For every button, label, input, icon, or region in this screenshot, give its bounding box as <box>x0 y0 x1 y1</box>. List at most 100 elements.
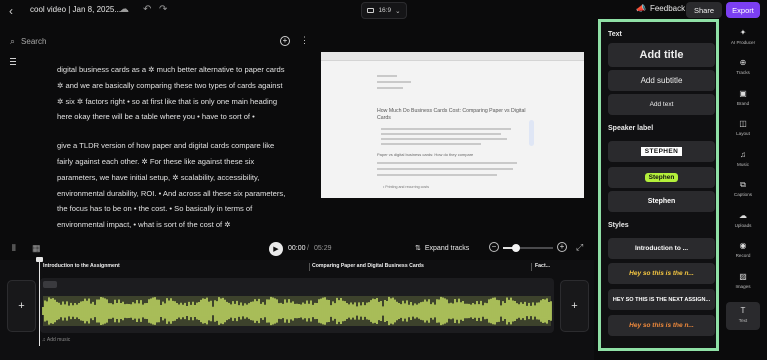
speaker-label-style-1[interactable]: STEPHEN <box>608 141 715 162</box>
add-scene-button[interactable]: + <box>280 36 290 46</box>
speaker-label-style-3[interactable]: Stephen <box>608 191 715 212</box>
preview-doc-line <box>381 128 511 130</box>
chapter-divider <box>531 263 532 271</box>
video-preview[interactable]: How Much Do Business Cards Cost: Compari… <box>321 52 584 198</box>
sidebar-item-music[interactable]: ♫ Music <box>726 150 760 178</box>
sidebar-item-images[interactable]: ▨ Images <box>726 272 760 300</box>
total-time: 05:29 <box>314 245 332 252</box>
add-title-button[interactable]: Add title <box>608 43 715 67</box>
transcript-paragraph[interactable]: digital business cards as a ✲ much bette… <box>57 62 289 125</box>
add-music-button[interactable]: ♫ Add music <box>42 337 70 343</box>
megaphone-icon: 📣 <box>636 4 646 13</box>
zoom-in-button[interactable]: + <box>557 242 567 252</box>
preview-doc-line <box>381 133 501 135</box>
fit-timeline-icon[interactable]: ⤢ <box>576 242 583 253</box>
sidebar-item-layout[interactable]: ◫ Layout <box>726 119 760 147</box>
chapter-divider <box>309 263 310 271</box>
current-time: 00:00 <box>288 245 306 252</box>
sidebar-item-tracks[interactable]: ⊕ Tracks <box>726 58 760 86</box>
chapter-label[interactable]: Comparing Paper and Digital Business Car… <box>312 263 424 269</box>
styles-heading: Styles <box>608 222 629 229</box>
preview-doc-line <box>377 87 403 89</box>
scene-handle-icon[interactable] <box>10 58 16 66</box>
style-preset-1[interactable]: Introduction to ... <box>608 238 715 259</box>
export-button[interactable]: Export <box>726 2 760 18</box>
play-button[interactable]: ▶ <box>269 242 283 256</box>
add-track-after-button[interactable]: + <box>560 280 589 332</box>
speaker-label-heading: Speaker label <box>608 125 654 132</box>
sidebar-item-ai-producer[interactable]: ✦ AI Producer <box>726 28 760 56</box>
zoom-slider[interactable] <box>503 244 553 252</box>
chevron-down-icon: ⌄ <box>395 7 401 15</box>
style-preset-4[interactable]: Hey so this is the n... <box>608 315 715 336</box>
style-preset-3[interactable]: HEY SO THIS IS THE NEXT ASSIGN... <box>608 289 715 310</box>
text-section-heading: Text <box>608 31 622 38</box>
split-icon[interactable]: ⫴ <box>12 243 16 254</box>
style-preset-2[interactable]: Hey so this is the n... <box>608 263 715 284</box>
images-icon: ▨ <box>739 272 747 281</box>
zoom-slider-knob[interactable] <box>511 244 520 252</box>
back-chevron-icon[interactable]: ‹ <box>9 4 13 18</box>
transcript-editor[interactable]: digital business cards as a ✲ much bette… <box>57 62 289 246</box>
search-icon: ⌕ <box>10 36 16 46</box>
chapter-label[interactable]: Introduction to the Assignment <box>43 263 120 269</box>
tracks-icon: ⊕ <box>739 58 747 67</box>
sidebar-item-uploads[interactable]: ☁ Uploads <box>726 211 760 239</box>
preview-doc-title: How Much Do Business Cards Cost: Compari… <box>377 108 526 121</box>
audio-track[interactable] <box>40 278 554 333</box>
sidebar-label: Music <box>737 162 749 167</box>
preview-doc-list-item: • Printing and recurring costs <box>383 185 430 189</box>
chapter-label[interactable]: Fact... <box>535 263 550 269</box>
sidebar-label: Brand <box>736 101 750 106</box>
preview-doc-line <box>377 168 513 170</box>
chapter-markers: Introduction to the Assignment Comparing… <box>41 263 594 272</box>
add-text-button[interactable]: Add text <box>608 94 715 115</box>
share-button[interactable]: Share <box>686 2 722 18</box>
search-bar[interactable]: ⌕ Search <box>10 36 46 47</box>
music-icon: ♫ <box>740 150 746 159</box>
right-sidebar: ✦ AI Producer ⊕ Tracks ▣ Brand ◫ Layout … <box>725 22 767 332</box>
feedback-button[interactable]: 📣 Feedback <box>636 4 685 13</box>
text-panel: Text Add title Add subtitle Add text Spe… <box>598 19 719 351</box>
preview-doc-subheading: Paper vs digital business cards: How do … <box>377 152 474 157</box>
speaker-label-text: Stephen <box>644 173 679 182</box>
screen-icon <box>367 8 375 13</box>
sidebar-item-text[interactable]: T Text <box>726 302 760 330</box>
brand-icon: ▣ <box>739 89 747 98</box>
scenes-icon[interactable]: ▦ <box>32 243 41 254</box>
sidebar-item-brand[interactable]: ▣ Brand <box>726 89 760 117</box>
sidebar-label: Images <box>735 284 751 289</box>
style-preset-text: Introduction to ... <box>634 245 689 252</box>
zoom-out-button[interactable]: − <box>489 242 499 252</box>
more-options-icon[interactable]: ⋮ <box>300 35 309 46</box>
undo-icon[interactable]: ↶ <box>143 4 151 15</box>
aspect-ratio-value: 16:9 <box>378 7 392 14</box>
project-title[interactable]: cool video | Jan 8, 2025... <box>30 5 121 14</box>
cloud-sync-icon: ☁ <box>119 4 129 15</box>
time-separator: / <box>307 245 309 252</box>
playhead[interactable] <box>39 258 40 346</box>
aspect-ratio-dropdown[interactable]: 16:9 ⌄ <box>361 2 407 19</box>
preview-doc-line <box>381 143 481 145</box>
sidebar-item-captions[interactable]: ⧉ Captions <box>726 180 760 208</box>
text-icon: T <box>740 306 746 315</box>
preview-doc-side-toolbar <box>529 120 534 146</box>
expand-tracks-button[interactable]: ⇅ Expand tracks <box>415 244 470 253</box>
redo-icon[interactable]: ↷ <box>159 4 167 15</box>
expand-tracks-label: Expand tracks <box>424 244 470 252</box>
sidebar-item-record[interactable]: ◉ Record <box>726 241 760 269</box>
add-music-label: Add music <box>46 337 71 343</box>
preview-doc-line <box>381 138 507 140</box>
layout-icon: ◫ <box>739 119 747 128</box>
sparkle-icon: ✦ <box>739 28 747 37</box>
speaker-label-style-2[interactable]: Stephen <box>608 167 715 188</box>
sidebar-label: Captions <box>733 192 753 197</box>
preview-doc-line <box>377 174 497 176</box>
add-subtitle-button[interactable]: Add subtitle <box>608 70 715 91</box>
transcript-paragraph[interactable]: give a TLDR version of how paper and dig… <box>57 138 289 233</box>
style-preset-text: HEY SO THIS IS THE NEXT ASSIGN... <box>612 296 711 303</box>
preview-doc-line <box>377 162 517 164</box>
record-icon: ◉ <box>739 241 747 250</box>
add-track-before-button[interactable]: + <box>7 280 36 332</box>
audio-waveform <box>42 296 552 326</box>
